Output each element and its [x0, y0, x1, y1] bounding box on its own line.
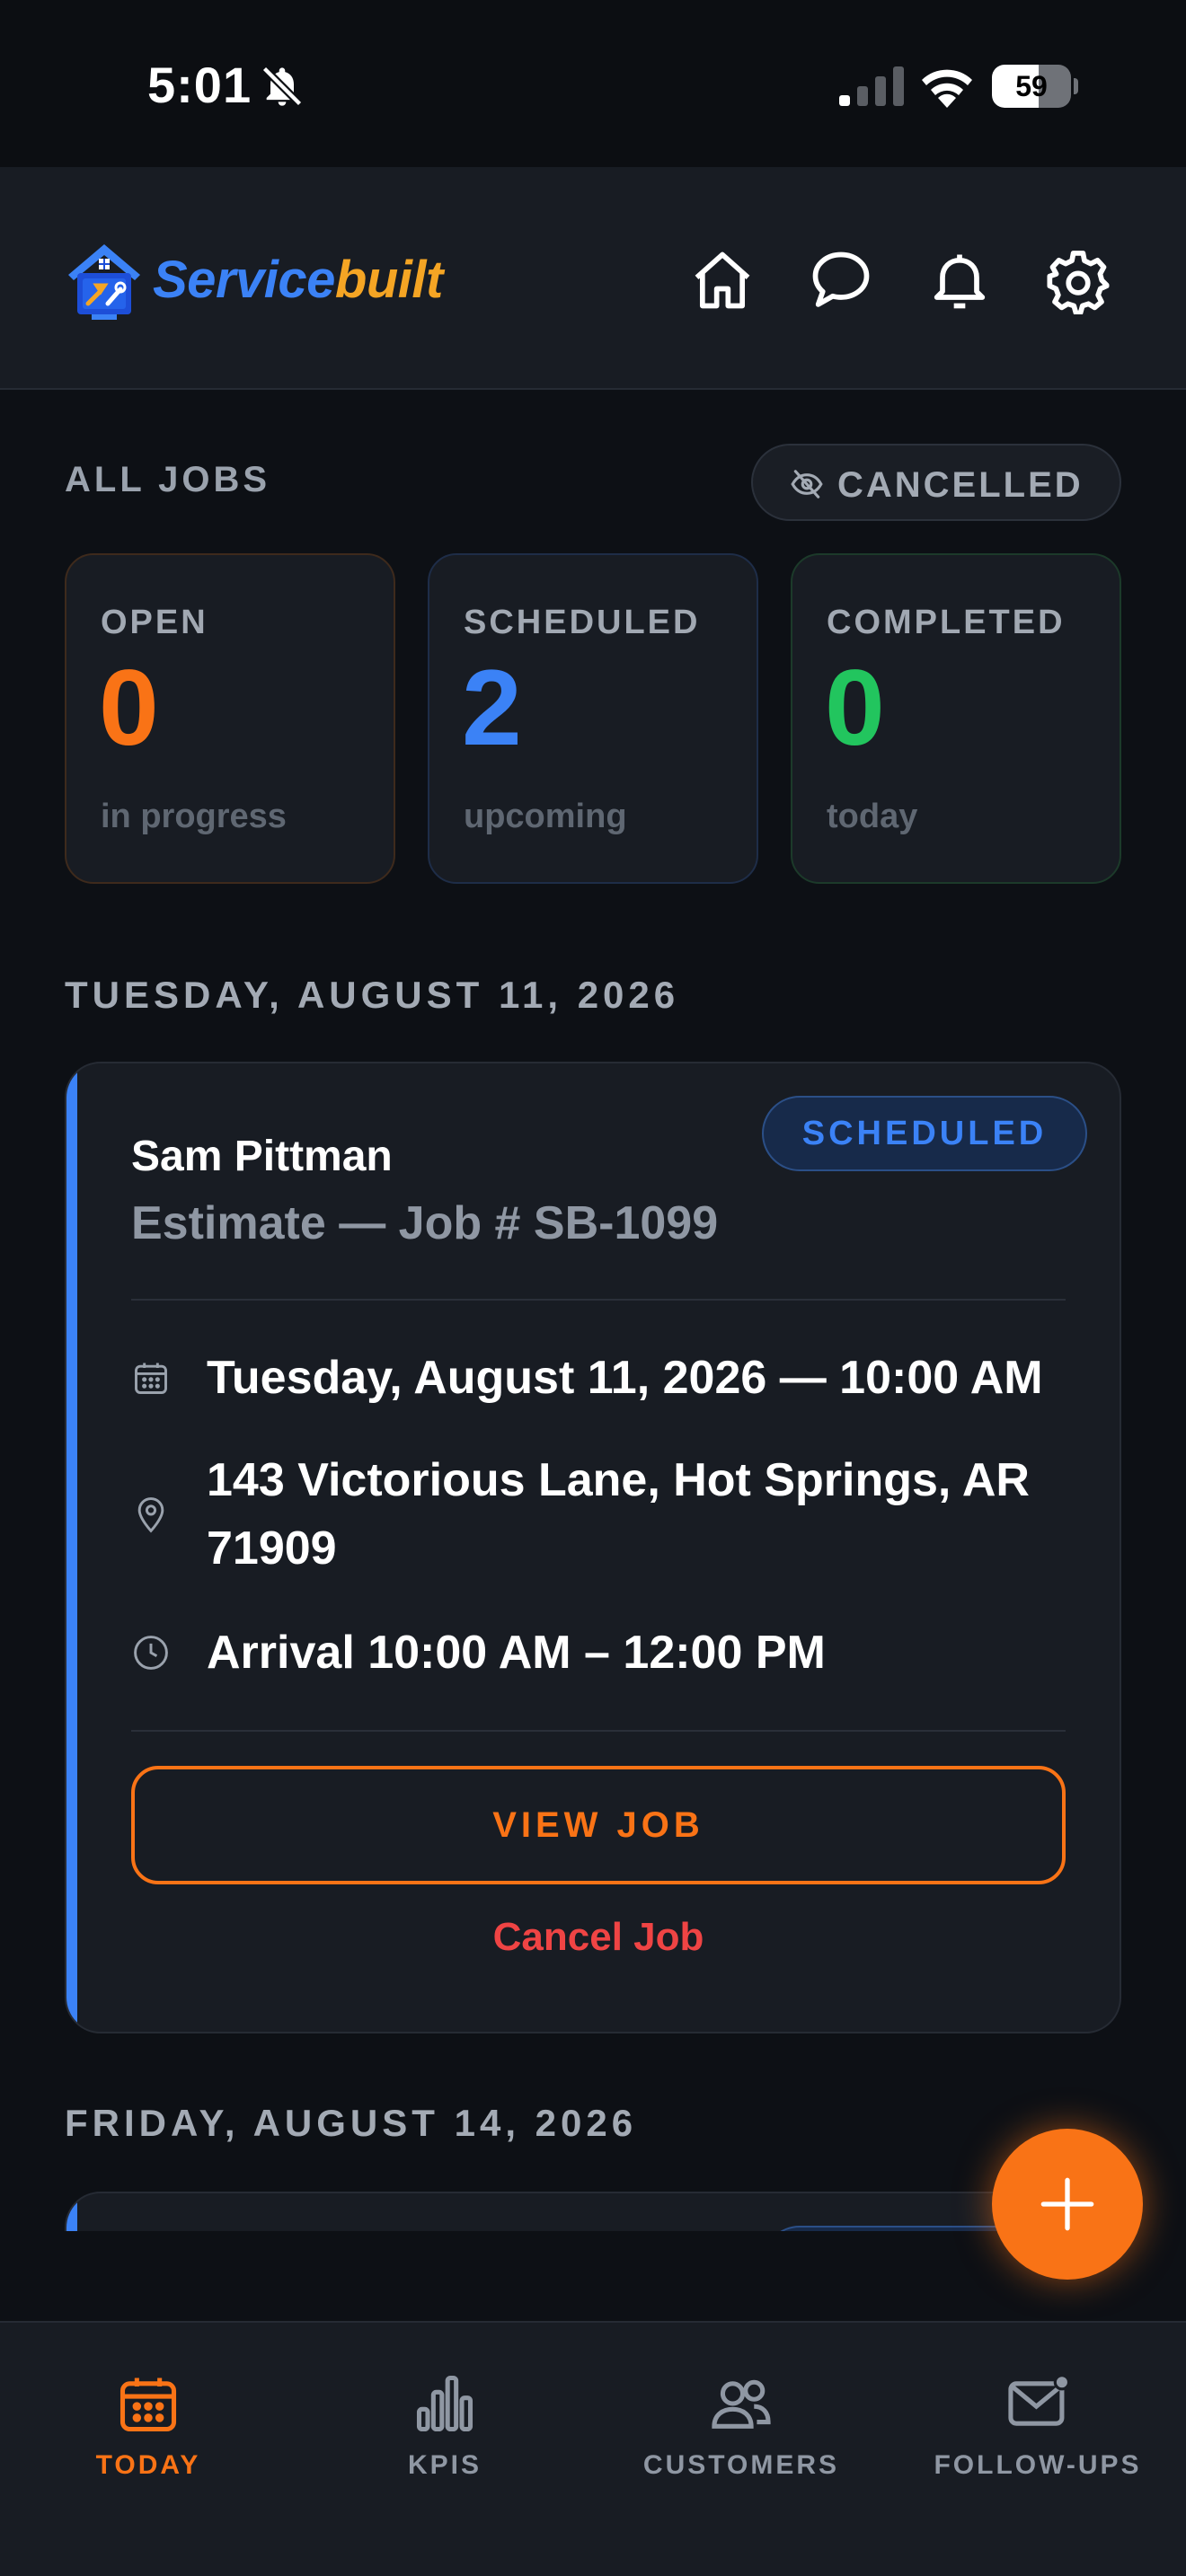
nav-item-customers[interactable]: CUSTOMERS [593, 2369, 890, 2486]
nav-item-today[interactable]: TODAY [0, 2369, 296, 2486]
bar-chart-icon [416, 2375, 474, 2432]
battery-percent: 59 [1015, 70, 1048, 102]
app-screen: 5:01 59 Servicebuilt ALL JOBS CANCELLED … [0, 0, 1186, 2576]
status-accent-bar [66, 1063, 77, 2032]
stat-card-completed[interactable]: COMPLETED 0 today [791, 553, 1121, 884]
home-icon[interactable] [688, 246, 757, 314]
date-heading: TUESDAY, AUGUST 11, 2026 [65, 974, 680, 1016]
stat-sublabel: upcoming [464, 798, 627, 835]
job-datetime: Tuesday, August 11, 2026 — 10:00 AM [207, 1352, 1043, 1404]
bell-slash-icon [261, 66, 303, 107]
bell-icon[interactable] [925, 246, 994, 314]
stat-label: SCHEDULED [464, 604, 701, 641]
gear-icon[interactable] [1044, 246, 1112, 314]
stat-value: 2 [462, 648, 522, 768]
stat-value: 0 [825, 648, 885, 768]
customer-name: Sam Pittman [131, 1133, 393, 1180]
app-logo: Servicebuilt [153, 251, 443, 309]
battery-icon: 59 [992, 65, 1078, 108]
divider [131, 1730, 1066, 1732]
nav-label: CUSTOMERS [642, 2450, 840, 2480]
stat-value: 0 [99, 648, 159, 768]
nav-item-follow-ups[interactable]: FOLLOW-UPS [890, 2369, 1186, 2486]
nav-label: TODAY [95, 2450, 201, 2480]
stat-label: OPEN [101, 604, 208, 641]
add-job-button[interactable] [992, 2129, 1143, 2280]
job-title: Estimate — Job # SB-1099 [131, 1197, 719, 1249]
calendar-icon [135, 1363, 167, 1394]
date-heading: FRIDAY, AUGUST 14, 2026 [65, 2102, 638, 2144]
cancelled-toggle-label: CANCELLED [837, 465, 1084, 505]
stat-card-open[interactable]: OPEN 0 in progress [65, 553, 395, 884]
status-bar: 5:01 59 [0, 0, 1186, 167]
job-address: 143 Victorious Lane, Hot Springs, AR 719… [207, 1446, 1051, 1583]
bottom-nav: TODAY KPIS CUSTOMERS FOLLOW-UPS [0, 2321, 1186, 2576]
stat-card-scheduled[interactable]: SCHEDULED 2 upcoming [428, 553, 758, 884]
section-title: ALL JOBS [65, 460, 271, 499]
calendar-icon [119, 2378, 177, 2432]
location-pin-icon [137, 1497, 164, 1533]
signal-icon [839, 66, 904, 106]
divider [131, 1299, 1066, 1301]
status-badge: SCHEDULED [762, 1096, 1087, 1171]
app-header: Servicebuilt [0, 167, 1186, 390]
address-line-1: 143 Victorious Lane, Hot Springs, AR [207, 1454, 1030, 1506]
stat-sublabel: today [827, 798, 918, 835]
view-job-button[interactable]: VIEW JOB [131, 1766, 1066, 1884]
nav-item-kpis[interactable]: KPIS [296, 2369, 593, 2486]
wifi-icon [922, 69, 972, 108]
eye-off-icon [791, 470, 823, 498]
cancelled-toggle-button[interactable]: CANCELLED [751, 444, 1121, 521]
stat-sublabel: in progress [101, 798, 287, 835]
status-time: 5:01 [147, 57, 252, 113]
users-icon [712, 2379, 771, 2429]
job-card[interactable]: SCHEDULED Sam Pittman Estimate — Job # S… [65, 1062, 1121, 2033]
nav-label: FOLLOW-UPS [934, 2450, 1142, 2480]
nav-label: KPIS [407, 2450, 482, 2480]
job-arrival-window: Arrival 10:00 AM – 12:00 PM [207, 1627, 826, 1679]
cancel-job-button[interactable]: Cancel Job [131, 1915, 1066, 1960]
clock-icon [134, 1636, 168, 1670]
stat-label: COMPLETED [827, 604, 1066, 641]
house-tools-logo-icon [68, 244, 140, 320]
address-line-2: 71909 [207, 1522, 337, 1575]
plus-icon [1040, 2177, 1094, 2231]
chat-icon[interactable] [807, 246, 875, 314]
mail-icon [1008, 2374, 1071, 2426]
